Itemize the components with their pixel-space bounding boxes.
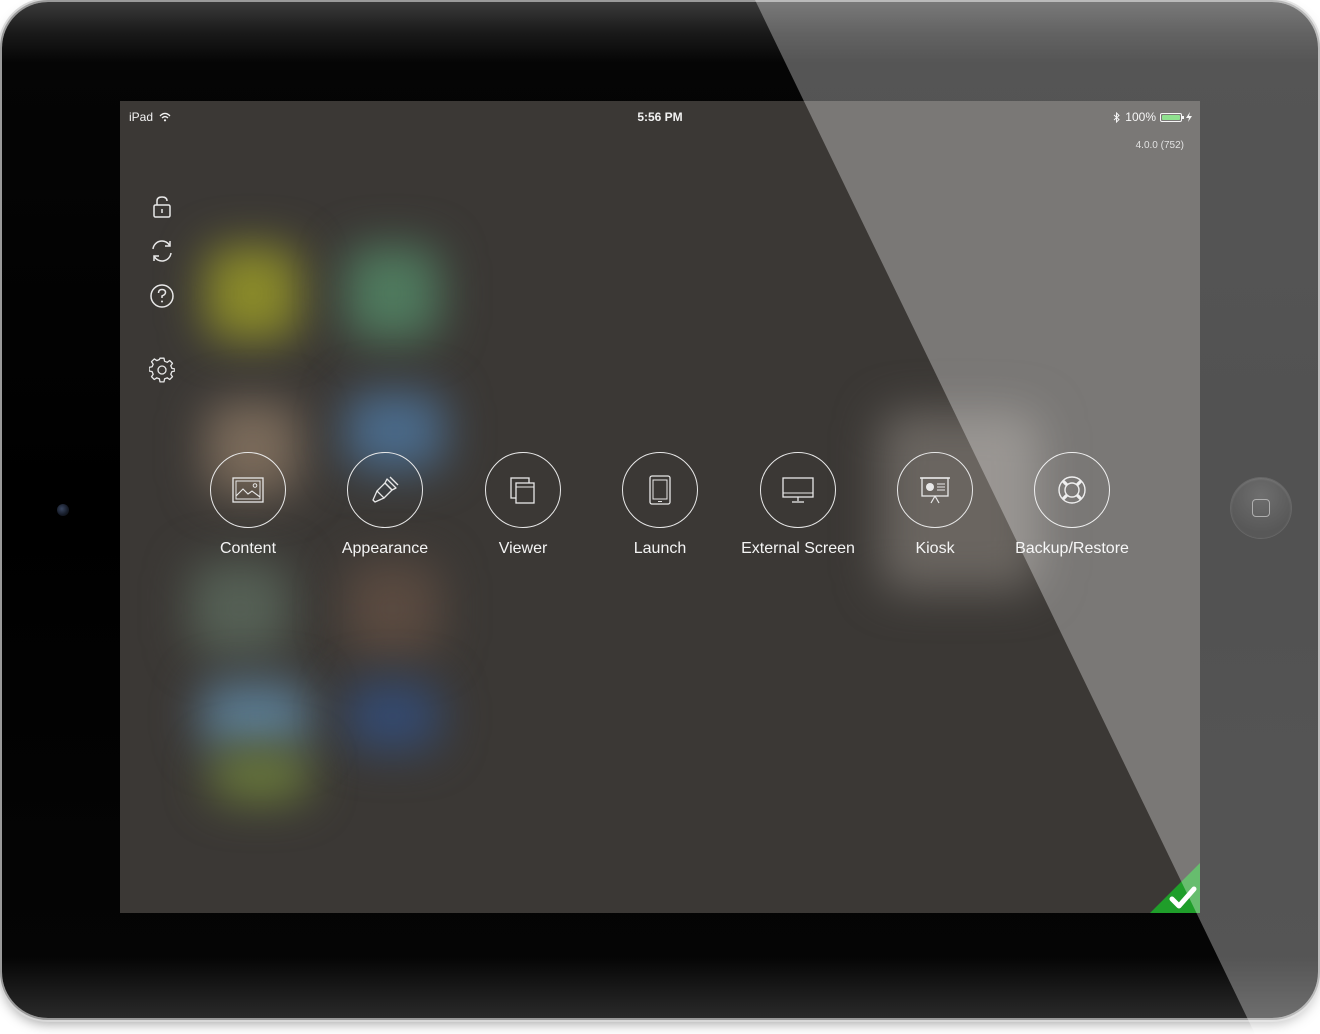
external-screen-circle [760,452,836,528]
help-icon[interactable] [148,282,176,310]
blurred-background-icon [345,561,440,656]
tablet-icon [649,475,671,505]
screen: iPad 5:56 PM 100% 4.0.0 (752) Content Ap… [120,101,1200,913]
appearance-circle [347,452,423,528]
blurred-background-icon [205,246,300,341]
kiosk-tile[interactable]: Kiosk [865,452,1005,558]
blurred-background-icon [190,561,290,656]
status-right: 100% [1113,110,1192,124]
image-icon [232,477,264,503]
content-tile[interactable]: Content [178,452,318,558]
launch-circle [622,452,698,528]
lock-icon[interactable] [148,193,176,221]
blurred-background-icon [210,751,310,801]
viewer-circle [485,452,561,528]
backup-restore-label: Backup/Restore [1015,540,1129,557]
status-bar: iPad 5:56 PM 100% [120,101,1200,131]
lifebuoy-icon [1058,476,1086,504]
status-time: 5:56 PM [637,110,683,124]
home-button-icon [1252,499,1270,517]
kiosk-circle [897,452,973,528]
external-screen-label: External Screen [741,540,855,557]
blurred-background-icon [345,246,440,341]
battery-fill [1162,114,1180,120]
blurred-background-icon [345,681,440,751]
viewer-icon [510,477,535,504]
paintbrush-icon [372,476,399,503]
checkmark-icon [1150,863,1200,913]
battery-percent: 100% [1125,110,1156,124]
content-circle [210,452,286,528]
front-camera [57,504,69,516]
viewer-label: Viewer [498,540,548,557]
backup-restore-circle [1034,452,1110,528]
version-label: 4.0.0 (752) [1135,140,1184,151]
appearance-label: Appearance [341,540,429,557]
monitor-icon [782,477,814,503]
charging-icon [1186,112,1192,122]
backup-restore-tile[interactable]: Backup/Restore [1002,452,1142,558]
refresh-icon[interactable] [148,237,176,265]
battery-icon [1160,112,1184,122]
external-screen-tile[interactable]: External Screen [728,452,868,558]
bluetooth-icon [1113,111,1121,123]
blurred-background-icon [200,681,310,751]
presentation-icon [920,477,950,504]
kiosk-label: Kiosk [915,540,955,557]
launch-tile[interactable]: Launch [590,452,730,558]
viewer-tile[interactable]: Viewer [453,452,593,558]
gear-icon[interactable] [148,356,176,384]
launch-label: Launch [633,540,687,557]
content-label: Content [219,540,277,557]
home-button[interactable] [1231,478,1291,538]
done-button[interactable] [1150,863,1200,913]
appearance-tile[interactable]: Appearance [315,452,455,558]
